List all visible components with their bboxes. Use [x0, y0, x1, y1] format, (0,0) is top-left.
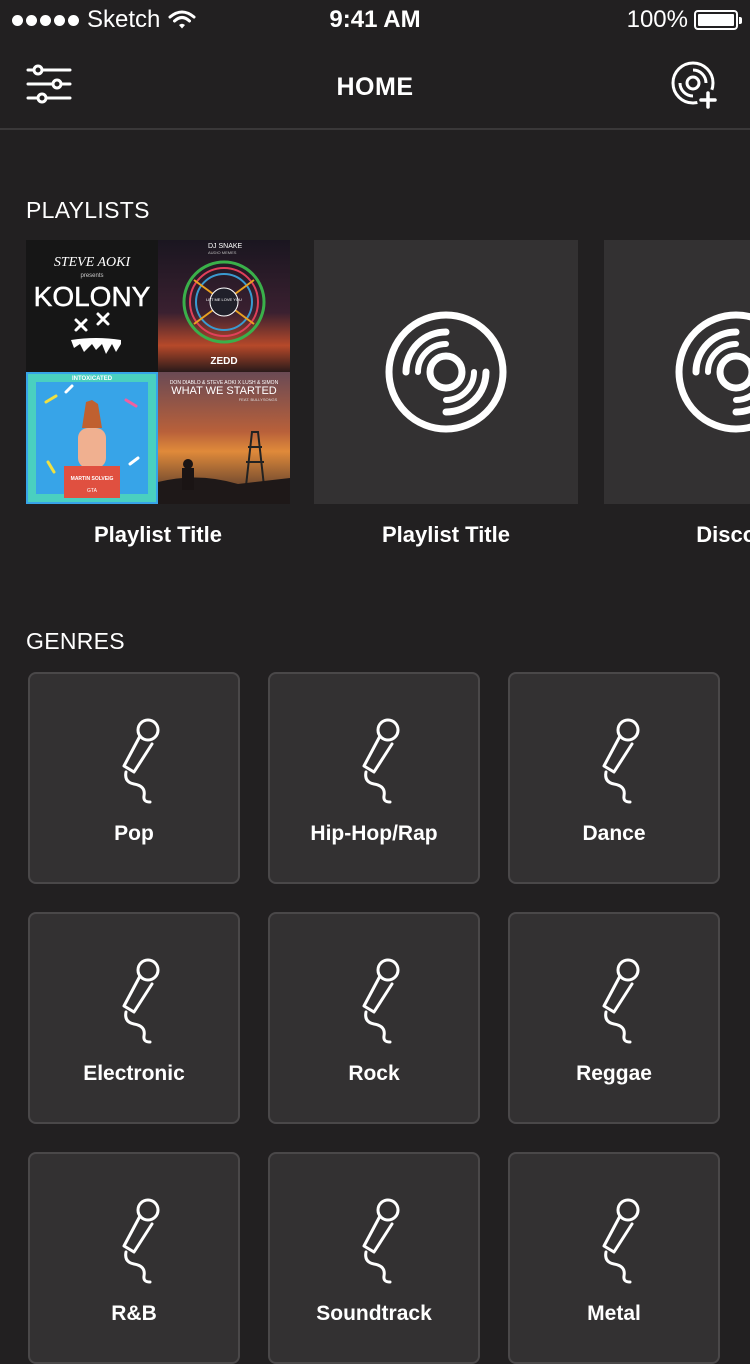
genre-card[interactable]: Pop	[28, 672, 240, 884]
add-playlist-icon[interactable]	[670, 60, 720, 112]
cover-text: KOLONY	[34, 281, 151, 312]
navigation-bar: HOME	[0, 40, 750, 130]
genre-card[interactable]: R&B	[28, 1152, 240, 1364]
cover-text: FEAT. BULLYSONGS	[239, 397, 278, 402]
cover-text: GTA	[87, 488, 98, 494]
playlist-title: Disco/F	[696, 522, 750, 547]
playlist-card[interactable]: Disco/F	[604, 240, 750, 547]
playlist-artwork	[314, 240, 578, 504]
genre-label: Dance	[582, 822, 646, 845]
microphone-icon	[602, 1198, 640, 1284]
cover-text: INTOXICATED	[72, 376, 113, 382]
album-cover: STEVE AOKI presents KOLONY	[26, 240, 158, 372]
playlist-title: Playlist Title	[94, 522, 222, 547]
genre-label: Soundtrack	[316, 1302, 432, 1325]
album-cover-art: INTOXICATED MARTIN SOLVEIG GTA	[28, 374, 156, 502]
genre-label: Electronic	[83, 1062, 185, 1085]
microphone-icon	[122, 1198, 160, 1284]
genre-card[interactable]: Reggae	[508, 912, 720, 1124]
genre-label: Pop	[114, 822, 154, 845]
cover-text: MARTIN SOLVEIG	[71, 476, 114, 482]
cover-text: DJ SNAKE	[208, 243, 243, 250]
genre-card[interactable]: Hip-Hop/Rap	[268, 672, 480, 884]
album-cover: INTOXICATED MARTIN SOLVEIG GTA	[26, 372, 158, 504]
playlist-card[interactable]: Playlist Title	[314, 240, 578, 547]
cover-text: ZEDD	[210, 356, 237, 367]
microphone-icon	[362, 1198, 400, 1284]
microphone-icon	[362, 958, 400, 1044]
genres-heading: GENRES	[26, 628, 125, 654]
genre-label: R&B	[111, 1302, 157, 1325]
cover-text: presents	[80, 273, 103, 279]
playlists-carousel[interactable]: STEVE AOKI presents KOLONY DJ SNAKE AUDI…	[0, 240, 750, 560]
playlist-title: Playlist Title	[382, 522, 510, 547]
genre-label: Reggae	[576, 1062, 652, 1085]
microphone-icon	[602, 958, 640, 1044]
battery-status: 100%	[626, 6, 742, 34]
cover-text: AUDIO MEMES	[208, 250, 237, 255]
album-cover-art: DON DIABLO & STEVE AOKI X LUSH & SIMON W…	[158, 380, 290, 504]
battery-icon	[694, 10, 742, 30]
page-title: HOME	[336, 73, 414, 101]
album-cover: DON DIABLO & STEVE AOKI X LUSH & SIMON W…	[158, 372, 290, 504]
genre-label: Hip-Hop/Rap	[310, 822, 438, 845]
playlist-artwork	[604, 240, 750, 504]
cover-text: STEVE AOKI	[54, 255, 132, 270]
genre-card[interactable]: Rock	[268, 912, 480, 1124]
album-cover: DJ SNAKE AUDIO MEMES LET ME LOVE YOU ZED…	[158, 240, 290, 372]
cover-text: LET ME LOVE YOU	[206, 297, 242, 302]
playlist-artwork: STEVE AOKI presents KOLONY DJ SNAKE AUDI…	[26, 240, 290, 504]
microphone-icon	[362, 718, 400, 804]
battery-percent: 100%	[626, 6, 688, 33]
genre-card[interactable]: Electronic	[28, 912, 240, 1124]
album-cover-art: STEVE AOKI presents KOLONY	[33, 255, 151, 354]
genre-label: Metal	[587, 1302, 641, 1325]
cover-text: WHAT WE STARTED	[171, 385, 277, 397]
playlists-heading: PLAYLISTS	[26, 197, 150, 223]
genre-card[interactable]: Soundtrack	[268, 1152, 480, 1364]
microphone-icon	[602, 718, 640, 804]
genre-card[interactable]: Dance	[508, 672, 720, 884]
genre-label: Rock	[348, 1062, 400, 1085]
album-cover-art: DJ SNAKE AUDIO MEMES LET ME LOVE YOU ZED…	[182, 243, 266, 367]
vinyl-icon	[675, 311, 750, 433]
vinyl-icon	[385, 311, 507, 433]
microphone-icon	[122, 718, 160, 804]
genre-card[interactable]: Metal	[508, 1152, 720, 1364]
playlist-card[interactable]: STEVE AOKI presents KOLONY DJ SNAKE AUDI…	[26, 240, 290, 547]
microphone-icon	[122, 958, 160, 1044]
status-bar: Sketch 9:41 AM 100%	[0, 0, 750, 40]
